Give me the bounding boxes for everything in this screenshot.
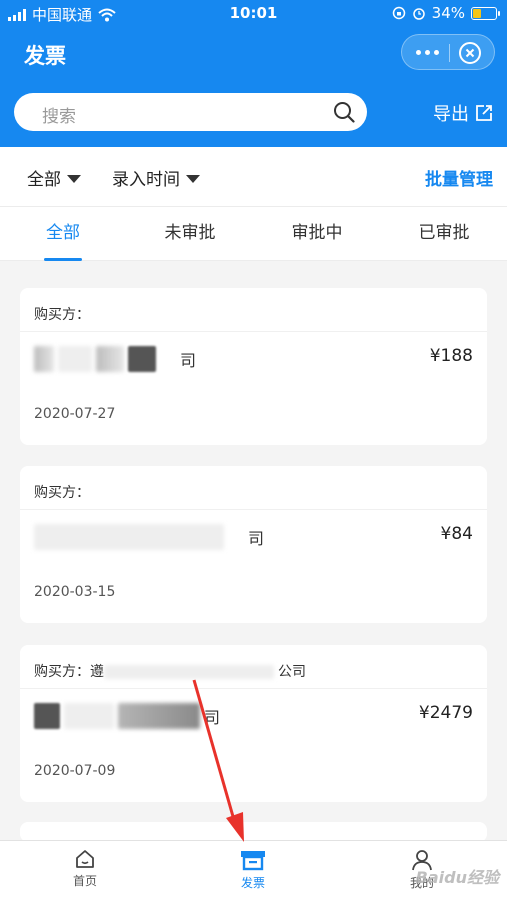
export-icon xyxy=(476,105,492,121)
seller-name: 司 xyxy=(34,346,196,372)
card-divider xyxy=(20,688,487,689)
invoice-icon xyxy=(241,851,265,871)
search-icon[interactable] xyxy=(333,101,355,123)
status-tabs: 全部 未审批 审批中 已审批 xyxy=(0,207,507,261)
search-placeholder: 搜索 xyxy=(42,107,76,127)
tab-approving[interactable]: 审批中 xyxy=(254,207,380,261)
home-icon xyxy=(76,850,94,868)
battery-icon xyxy=(471,6,500,20)
buyer-label: 购买方： xyxy=(34,664,90,680)
bottom-tab-invoice-label: 发票 xyxy=(240,876,265,890)
bottom-tab-invoice[interactable]: 发票 xyxy=(203,849,303,891)
filter-bar: 全部 录入时间 批量管理 xyxy=(0,147,507,207)
invoice-amount: ¥2479 xyxy=(418,703,473,723)
seller-name: 司 xyxy=(34,703,220,729)
seller-fragment: 司 xyxy=(180,351,197,370)
search-area: 搜索 导出 xyxy=(0,80,507,147)
redacted-text xyxy=(34,703,60,729)
tab-unapproved[interactable]: 未审批 xyxy=(127,207,253,261)
redacted-text xyxy=(118,703,200,729)
redacted-text xyxy=(128,346,156,372)
redacted-text xyxy=(96,346,124,372)
seller-fragment: 司 xyxy=(248,529,265,548)
buyer-row: 购买方： xyxy=(34,304,90,324)
sort-filter[interactable]: 录入时间 xyxy=(112,165,200,190)
buyer-suffix: 公司 xyxy=(278,664,306,680)
buyer-label: 购买方： xyxy=(34,485,90,501)
sort-filter-label: 录入时间 xyxy=(112,170,180,190)
export-button[interactable]: 导出 xyxy=(433,100,493,126)
invoice-amount: ¥188 xyxy=(429,346,473,366)
baidu-watermark: Baidu经验 xyxy=(415,868,499,887)
batch-manage-button[interactable]: 批量管理 xyxy=(425,165,493,190)
export-label: 导出 xyxy=(433,104,469,125)
capsule-divider xyxy=(449,44,450,62)
seller-fragment: 司 xyxy=(204,708,221,727)
buyer-fragment: 遵 xyxy=(90,664,104,680)
caret-down-icon xyxy=(67,174,81,183)
rotation-lock-icon xyxy=(392,6,405,20)
alarm-icon xyxy=(412,8,425,20)
battery-percent: 34% xyxy=(431,4,465,22)
invoice-date: 2020-07-27 xyxy=(34,406,116,422)
invoice-card[interactable]: 购买方：遵 公司 司 ¥2479 2020-07-09 xyxy=(20,645,487,802)
search-input[interactable]: 搜索 xyxy=(14,93,367,131)
scope-filter-label: 全部 xyxy=(27,170,61,190)
invoice-date: 2020-03-15 xyxy=(34,584,116,600)
mini-program-capsule xyxy=(401,34,495,70)
bottom-tab-home-label: 首页 xyxy=(72,874,97,888)
redacted-text xyxy=(58,346,92,372)
status-right: 34% xyxy=(392,4,500,22)
caret-down-icon xyxy=(186,174,200,183)
tab-approved[interactable]: 已审批 xyxy=(381,207,507,261)
buyer-row: 购买方：遵 公司 xyxy=(34,661,306,681)
scope-filter[interactable]: 全部 xyxy=(27,165,81,190)
card-divider xyxy=(20,331,487,332)
tab-all[interactable]: 全部 xyxy=(0,207,126,261)
invoice-card[interactable]: 购买方： 司 ¥84 2020-03-15 xyxy=(20,466,487,623)
seller-name: 司 xyxy=(34,524,264,550)
invoice-amount: ¥84 xyxy=(440,524,473,544)
status-bar: 中国联通 10:01 34% xyxy=(0,0,507,28)
close-icon[interactable] xyxy=(459,42,481,64)
bottom-tab-home[interactable]: 首页 xyxy=(35,849,135,889)
redacted-text xyxy=(34,524,224,550)
invoice-date: 2020-07-09 xyxy=(34,763,116,779)
invoice-card-partial[interactable] xyxy=(20,822,487,842)
more-icon[interactable] xyxy=(416,50,439,55)
invoice-card[interactable]: 购买方： 司 ¥188 2020-07-27 xyxy=(20,288,487,445)
buyer-label: 购买方： xyxy=(34,307,90,323)
buyer-row: 购买方： xyxy=(34,482,90,502)
page-title: 发票 xyxy=(24,44,66,68)
redacted-text xyxy=(64,703,114,729)
card-divider xyxy=(20,509,487,510)
redacted-text xyxy=(34,346,54,372)
redacted-text xyxy=(104,665,274,679)
nav-bar: 发票 xyxy=(0,28,507,80)
